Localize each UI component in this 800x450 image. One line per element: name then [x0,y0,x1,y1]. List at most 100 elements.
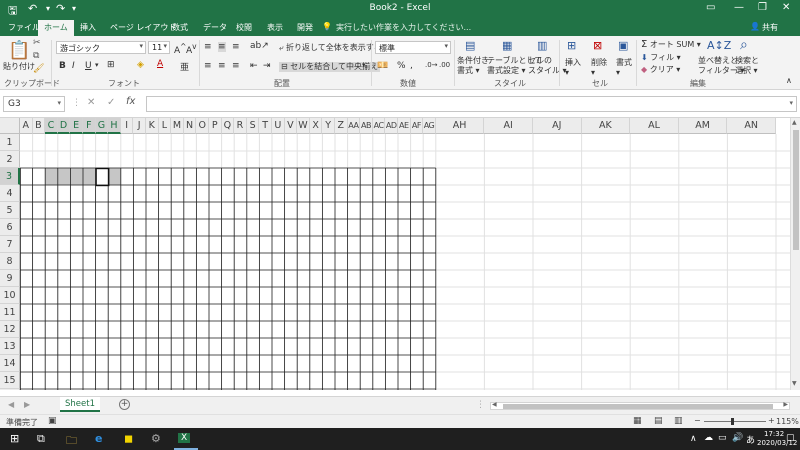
restore-icon[interactable]: ❐ [758,2,767,13]
column-header-h[interactable]: H [108,118,121,134]
column-header-y[interactable]: Y [322,118,335,134]
sort-filter-icon[interactable]: A↕Z [707,39,731,52]
vertical-scrollbar[interactable]: ▲ ▼ [790,118,800,390]
app-icon[interactable]: ⚙ [151,432,161,445]
zoom-level[interactable]: 115% [776,417,799,426]
format-cells-button[interactable]: 書式 ▾ [616,58,632,78]
align-top-icon[interactable]: ≡ [204,42,212,52]
column-header-l[interactable]: L [158,118,172,134]
column-header-ae[interactable]: AE [398,118,411,134]
clear-button[interactable]: ◆ クリア ▾ [641,65,680,75]
minimize-icon[interactable]: — [734,2,744,13]
excel-taskbar-icon[interactable]: X [178,433,191,443]
insert-cells-button[interactable]: 挿入 ▾ [565,58,581,78]
column-header-aa[interactable]: AA [347,118,361,134]
tab-insert[interactable]: 挿入 [80,22,96,33]
column-header-ai[interactable]: AI [484,118,533,134]
column-header-x[interactable]: X [309,118,323,134]
enter-icon[interactable]: ✓ [107,97,115,108]
column-header-r[interactable]: R [234,118,247,134]
column-header-am[interactable]: AM [678,118,728,134]
sheet-next-icon[interactable]: ▶ [24,400,30,409]
find-icon[interactable]: ⌕ [740,37,748,53]
chevron-up-icon[interactable]: ∧ [690,434,697,444]
format-as-table-icon[interactable]: ▦ [502,39,512,52]
column-header-ah[interactable]: AH [435,118,485,134]
sheet-tab-sheet1[interactable]: Sheet1 [60,397,100,412]
cut-icon[interactable]: ✂ [33,38,41,48]
chevron-down-icon[interactable]: ▾ [95,61,99,69]
row-header-16[interactable]: 16 [0,389,20,390]
row-header-13[interactable]: 13 [0,338,20,355]
increase-indent-icon[interactable]: ⇥ [263,61,271,71]
scroll-up-icon[interactable]: ▲ [792,119,797,126]
scroll-right-icon[interactable]: ▶ [783,401,788,408]
horizontal-scrollbar[interactable]: ◀ ▶ [490,401,790,410]
phonetic-icon[interactable]: 亜 [180,60,189,73]
decrease-decimal-icon[interactable]: .00 [439,61,450,69]
tab-page-layout[interactable]: ページ レイアウト [110,22,176,33]
wrap-text-button[interactable]: ⤶ 折り返して全体を表示する [279,43,382,53]
network-icon[interactable]: ▭ [718,433,727,443]
column-header-t[interactable]: T [259,118,272,134]
row-header-7[interactable]: 7 [0,236,20,253]
underline-icon[interactable]: U [85,61,92,71]
format-cells-icon[interactable]: ▣ [618,39,628,52]
worksheet-grid[interactable]: A B C D E F G H I J K L M N O P Q R S T U V W X Y Z AA AB AC AD AE AF AG… [0,118,790,390]
row-header-6[interactable]: 6 [0,219,20,236]
currency-icon[interactable]: 💴 [377,61,388,71]
fill-color-icon[interactable]: ◈ [137,60,144,70]
column-header-e[interactable]: E [70,118,83,134]
row-header-10[interactable]: 10 [0,287,20,304]
scroll-down-icon[interactable]: ▼ [792,380,797,387]
bold-icon[interactable]: B [59,61,66,71]
column-header-f[interactable]: F [83,118,96,134]
row-header-14[interactable]: 14 [0,355,20,372]
column-header-al[interactable]: AL [630,118,679,134]
paste-button[interactable]: 貼り付け [3,62,35,72]
font-size-select[interactable]: 11 ▾ [148,41,170,54]
autosum-button[interactable]: Σ オート SUM ▾ [641,40,701,50]
decrease-font-icon[interactable]: Av [186,42,197,56]
sheet-prev-icon[interactable]: ◀ [8,400,14,409]
column-header-ag[interactable]: AG [423,118,436,134]
orientation-icon[interactable]: ab↗ [250,41,269,51]
delete-cells-icon[interactable]: ⊠ [593,39,602,52]
insert-cells-icon[interactable]: ⊞ [567,39,576,52]
row-header-9[interactable]: 9 [0,270,20,287]
row-header-4[interactable]: 4 [0,185,20,202]
percent-icon[interactable]: % [397,61,406,71]
scroll-left-icon[interactable]: ◀ [492,401,497,408]
increase-decimal-icon[interactable]: .0→ [425,61,438,69]
cell-styles-icon[interactable]: ▥ [537,39,547,52]
conditional-formatting-icon[interactable]: ▤ [465,39,475,52]
column-header-ab[interactable]: AB [360,118,373,134]
tab-data[interactable]: データ [203,22,227,33]
row-header-1[interactable]: 1 [0,134,20,151]
tab-home[interactable]: ホーム [38,20,74,36]
file-explorer-icon[interactable]: 🗀 [66,432,77,450]
font-color-icon[interactable]: A [157,59,163,69]
ribbon-display-icon[interactable]: ▭ [706,2,715,13]
name-box[interactable]: G3 ▾ [3,96,65,112]
close-icon[interactable]: ✕ [782,2,790,13]
zoom-in-icon[interactable]: + [768,416,775,425]
vertical-scroll-thumb[interactable] [793,130,799,250]
borders-icon[interactable]: ⊞ [107,60,115,70]
split-handle-icon[interactable]: ⋮ [476,400,485,410]
cancel-icon[interactable]: ✕ [87,97,95,108]
column-header-o[interactable]: O [196,118,209,134]
horizontal-scroll-thumb[interactable] [503,404,773,409]
row-header-15[interactable]: 15 [0,372,20,389]
conditional-formatting-button[interactable]: 条件付き 書式 ▾ [457,56,489,76]
align-left-icon[interactable]: ≡ [204,61,212,71]
page-break-view-icon[interactable]: ▥ [674,416,683,426]
align-middle-icon[interactable]: ≡ [218,42,226,52]
column-header-w[interactable]: W [297,118,310,134]
column-header-c[interactable]: C [45,118,58,134]
find-select-button[interactable]: 検索と 選択 ▾ [735,56,759,76]
insert-function-icon[interactable]: fx [126,96,135,107]
column-header-u[interactable]: U [272,118,285,134]
italic-icon[interactable]: I [72,61,75,71]
column-header-n[interactable]: N [183,118,197,134]
